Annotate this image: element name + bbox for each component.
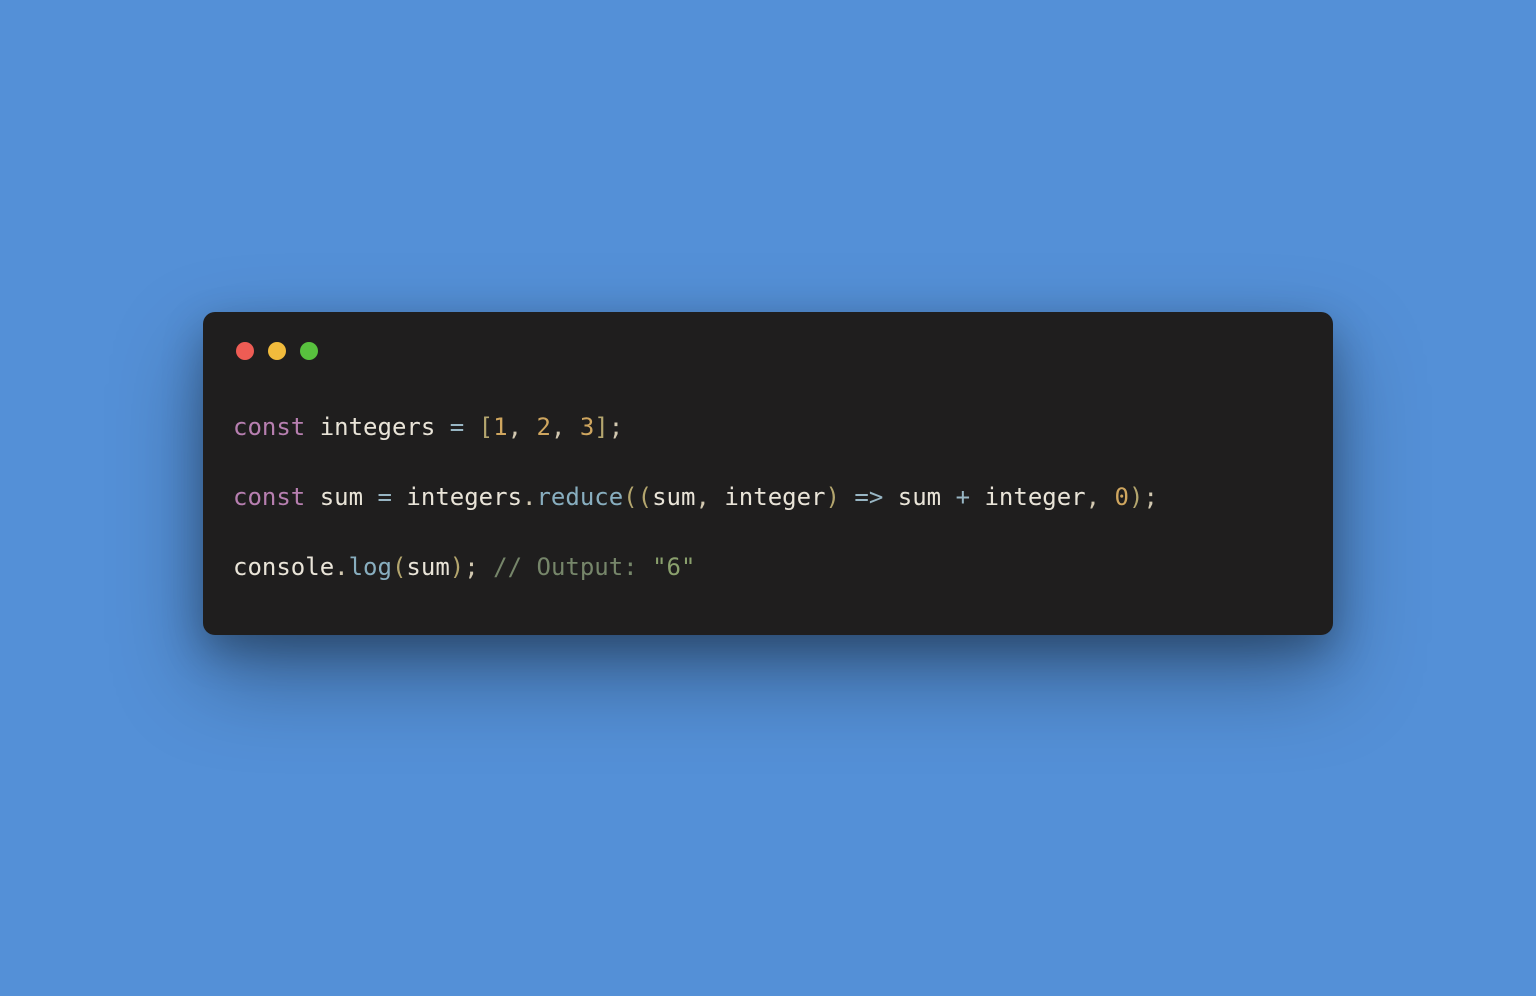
paren-open: ( xyxy=(623,483,637,511)
parameter: integer xyxy=(724,483,825,511)
arrow-operator: => xyxy=(854,483,883,511)
operator-assign: = xyxy=(450,413,464,441)
identifier: sum xyxy=(320,483,363,511)
identifier: integer xyxy=(984,483,1085,511)
paren-close: ) xyxy=(1129,483,1143,511)
identifier: sum xyxy=(898,483,941,511)
method-log: log xyxy=(349,553,392,581)
code-window: const integers = [1, 2, 3];const sum = i… xyxy=(203,312,1333,635)
parameter: sum xyxy=(652,483,695,511)
code-line-3: const sum = integers.reduce((sum, intege… xyxy=(233,480,1303,515)
comment: // Output: xyxy=(493,553,652,581)
bracket-close: ] xyxy=(594,413,608,441)
comma: , xyxy=(508,413,522,441)
comma: , xyxy=(1086,483,1100,511)
comma: , xyxy=(695,483,709,511)
semicolon: ; xyxy=(609,413,623,441)
window-titlebar xyxy=(233,342,1303,360)
code-line-5: console.log(sum); // Output: "6" xyxy=(233,550,1303,585)
semicolon: ; xyxy=(464,553,478,581)
number-literal: 0 xyxy=(1115,483,1129,511)
paren-close: ) xyxy=(826,483,840,511)
comment-string: "6" xyxy=(652,553,695,581)
code-block: const integers = [1, 2, 3];const sum = i… xyxy=(233,410,1303,585)
dot: . xyxy=(522,483,536,511)
number-literal: 2 xyxy=(536,413,550,441)
comma: , xyxy=(551,413,565,441)
paren-close: ) xyxy=(450,553,464,581)
identifier: integers xyxy=(320,413,436,441)
identifier: console xyxy=(233,553,334,581)
maximize-icon[interactable] xyxy=(300,342,318,360)
close-icon[interactable] xyxy=(236,342,254,360)
dot: . xyxy=(334,553,348,581)
semicolon: ; xyxy=(1143,483,1157,511)
code-line-4 xyxy=(233,515,1303,550)
keyword-const: const xyxy=(233,483,305,511)
operator-plus: + xyxy=(956,483,970,511)
paren-open: ( xyxy=(638,483,652,511)
paren-open: ( xyxy=(392,553,406,581)
code-line-1: const integers = [1, 2, 3]; xyxy=(233,410,1303,445)
keyword-const: const xyxy=(233,413,305,441)
method-reduce: reduce xyxy=(536,483,623,511)
bracket-open: [ xyxy=(479,413,493,441)
identifier: integers xyxy=(406,483,522,511)
minimize-icon[interactable] xyxy=(268,342,286,360)
argument: sum xyxy=(406,553,449,581)
number-literal: 3 xyxy=(580,413,594,441)
number-literal: 1 xyxy=(493,413,507,441)
code-line-2 xyxy=(233,445,1303,480)
operator-assign: = xyxy=(378,483,392,511)
